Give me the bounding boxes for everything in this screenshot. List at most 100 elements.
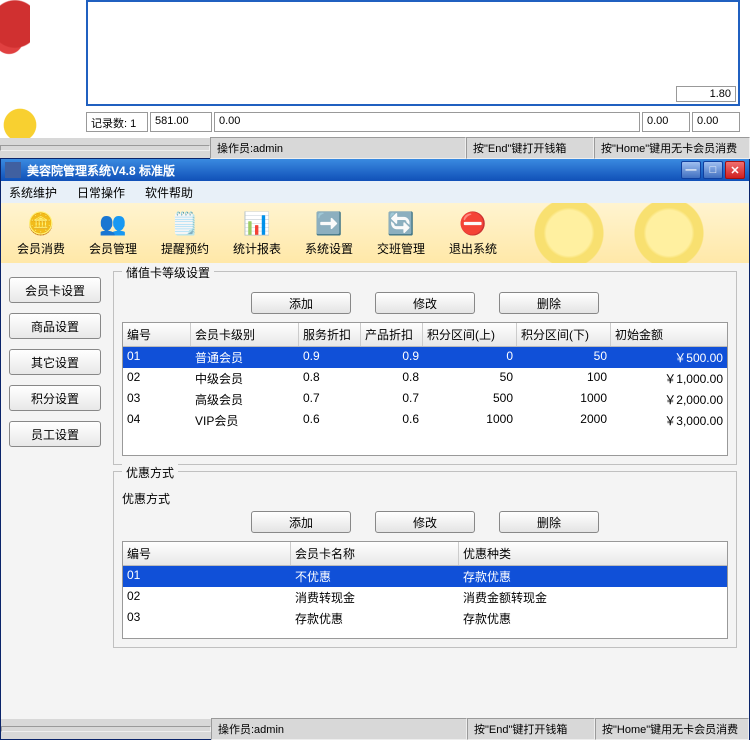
- cell-pt-up: 50: [423, 368, 517, 389]
- cell-svc: 0.9: [299, 347, 361, 368]
- cell-name: 消费转现金: [291, 587, 459, 608]
- table-row[interactable]: 02消费转现金消费金额转现金: [123, 587, 727, 608]
- sidebar-points-settings[interactable]: 积分设置: [9, 385, 101, 411]
- cell-type: 消费金额转现金: [459, 587, 727, 608]
- status-cell: 0.00: [642, 112, 690, 132]
- cell-init: ￥2,000.00: [611, 389, 727, 410]
- cell-svc: 0.6: [299, 410, 361, 431]
- lemon-decoration: [629, 203, 709, 263]
- cell-pt-down: 50: [517, 347, 611, 368]
- toolbar-remind-appoint[interactable]: 🗒️提醒预约: [149, 205, 221, 261]
- discount-method-group: 优惠方式 优惠方式 添加 修改 删除 编号 会员卡名称 优惠种类 01不优惠存款…: [113, 471, 737, 648]
- menu-bar: 系统维护 日常操作 软件帮助: [1, 181, 749, 203]
- toolbar-reports[interactable]: 📊统计报表: [221, 205, 293, 261]
- exit-icon: ⛔: [459, 210, 487, 238]
- col-service-discount[interactable]: 服务折扣: [299, 323, 361, 346]
- cell-pt-up: 0: [423, 347, 517, 368]
- main-footer: 操作员:admin 按"End"键打开钱箱 按"Home"键用无卡会员消费: [1, 719, 749, 739]
- col-card-name[interactable]: 会员卡名称: [291, 542, 459, 565]
- status-cell: 0.00: [692, 112, 740, 132]
- add-discount-button[interactable]: 添加: [251, 511, 351, 533]
- cell-pt-down: 100: [517, 368, 611, 389]
- table-row[interactable]: 03高级会员0.70.75001000￥2,000.00: [123, 389, 727, 410]
- col-discount-type[interactable]: 优惠种类: [459, 542, 727, 565]
- cell-level: 普通会员: [191, 347, 299, 368]
- cell-svc: 0.8: [299, 368, 361, 389]
- col-points-upper[interactable]: 积分区间(上): [423, 323, 517, 346]
- arrow-icon: ➡️: [315, 210, 343, 238]
- cell-no: 02: [123, 368, 191, 389]
- operator-label: 操作员:admin: [211, 718, 467, 740]
- chart-icon: 📊: [243, 210, 271, 238]
- cell-level: VIP会员: [191, 410, 299, 431]
- edit-discount-button[interactable]: 修改: [375, 511, 475, 533]
- cell-prod: 0.9: [361, 347, 423, 368]
- col-no[interactable]: 编号: [123, 323, 191, 346]
- edit-card-level-button[interactable]: 修改: [375, 292, 475, 314]
- table-row[interactable]: 01不优惠存款优惠: [123, 566, 727, 587]
- card-level-table[interactable]: 编号 会员卡级别 服务折扣 产品折扣 积分区间(上) 积分区间(下) 初始金额 …: [122, 322, 728, 456]
- sidebar-staff-settings[interactable]: 员工设置: [9, 421, 101, 447]
- cell-no: 01: [123, 566, 291, 587]
- main-window: 美容院管理系统V4.8 标准版 — □ ✕ 系统维护 日常操作 软件帮助 🪙会员…: [0, 158, 750, 740]
- toolbar-member-consume[interactable]: 🪙会员消费: [5, 205, 77, 261]
- table-row[interactable]: 03存款优惠存款优惠: [123, 608, 727, 629]
- flower-decoration: [0, 0, 30, 80]
- toolbar-shift-manage[interactable]: 🔄交班管理: [365, 205, 437, 261]
- table-row[interactable]: 01普通会员0.90.9050￥500.00: [123, 347, 727, 368]
- minimize-button[interactable]: —: [681, 161, 701, 179]
- group-title: 优惠方式: [122, 464, 178, 481]
- cell-no: 04: [123, 410, 191, 431]
- delete-card-level-button[interactable]: 删除: [499, 292, 599, 314]
- lemon-decoration: [529, 203, 609, 263]
- spacer: [1, 693, 749, 719]
- maximize-button[interactable]: □: [703, 161, 723, 179]
- table-row[interactable]: 02中级会员0.80.850100￥1,000.00: [123, 368, 727, 389]
- records-count-cell: 记录数: 1: [86, 112, 148, 132]
- col-points-lower[interactable]: 积分区间(下): [517, 323, 611, 346]
- sidebar-other-settings[interactable]: 其它设置: [9, 349, 101, 375]
- close-button[interactable]: ✕: [725, 161, 745, 179]
- status-cell: 0.00: [214, 112, 640, 132]
- col-no[interactable]: 编号: [123, 542, 291, 565]
- status-row: 记录数: 1 581.00 0.00 0.00 0.00: [86, 112, 740, 132]
- cell-no: 03: [123, 608, 291, 629]
- sidebar-card-settings[interactable]: 会员卡设置: [9, 277, 101, 303]
- cell-prod: 0.6: [361, 410, 423, 431]
- toolbar-system-settings[interactable]: ➡️系统设置: [293, 205, 365, 261]
- cell-pt-down: 1000: [517, 389, 611, 410]
- col-initial-amount[interactable]: 初始金额: [611, 323, 727, 346]
- table-row[interactable]: 04VIP会员0.60.610002000￥3,000.00: [123, 410, 727, 431]
- menu-software-help[interactable]: 软件帮助: [141, 182, 197, 203]
- notepad-icon: 🗒️: [171, 210, 199, 238]
- cell-prod: 0.8: [361, 368, 423, 389]
- col-product-discount[interactable]: 产品折扣: [361, 323, 423, 346]
- main-panel: 储值卡等级设置 添加 修改 删除 编号 会员卡级别 服务折扣 产品折扣 积分区间…: [109, 263, 749, 693]
- discount-table[interactable]: 编号 会员卡名称 优惠种类 01不优惠存款优惠02消费转现金消费金额转现金03存…: [122, 541, 728, 639]
- hint-end: 按"End"键打开钱箱: [467, 718, 595, 740]
- menu-daily-operation[interactable]: 日常操作: [73, 182, 129, 203]
- coin-icon: 🪙: [27, 210, 55, 238]
- cell-level: 中级会员: [191, 368, 299, 389]
- stored-card-level-group: 储值卡等级设置 添加 修改 删除 编号 会员卡级别 服务折扣 产品折扣 积分区间…: [113, 271, 737, 465]
- discount-sublabel: 优惠方式: [122, 490, 728, 507]
- menu-system-maintain[interactable]: 系统维护: [5, 182, 61, 203]
- add-card-level-button[interactable]: 添加: [251, 292, 351, 314]
- window-title: 美容院管理系统V4.8 标准版: [27, 162, 681, 179]
- cell-prod: 0.7: [361, 389, 423, 410]
- delete-discount-button[interactable]: 删除: [499, 511, 599, 533]
- sidebar-product-settings[interactable]: 商品设置: [9, 313, 101, 339]
- toolbar-member-manage[interactable]: 👥会员管理: [77, 205, 149, 261]
- cell-type: 存款优惠: [459, 608, 727, 629]
- cell-init: ￥500.00: [611, 347, 727, 368]
- operator-label: 操作员:admin: [210, 137, 466, 159]
- table-header: 编号 会员卡级别 服务折扣 产品折扣 积分区间(上) 积分区间(下) 初始金额: [123, 323, 727, 347]
- content-panel: 1.80: [86, 0, 740, 106]
- col-level[interactable]: 会员卡级别: [191, 323, 299, 346]
- users-icon: 👥: [99, 210, 127, 238]
- app-icon: [5, 162, 21, 178]
- content-area: 会员卡设置 商品设置 其它设置 积分设置 员工设置 储值卡等级设置 添加 修改 …: [1, 263, 749, 693]
- table-header: 编号 会员卡名称 优惠种类: [123, 542, 727, 566]
- toolbar-exit-system[interactable]: ⛔退出系统: [437, 205, 509, 261]
- cell-name: 存款优惠: [291, 608, 459, 629]
